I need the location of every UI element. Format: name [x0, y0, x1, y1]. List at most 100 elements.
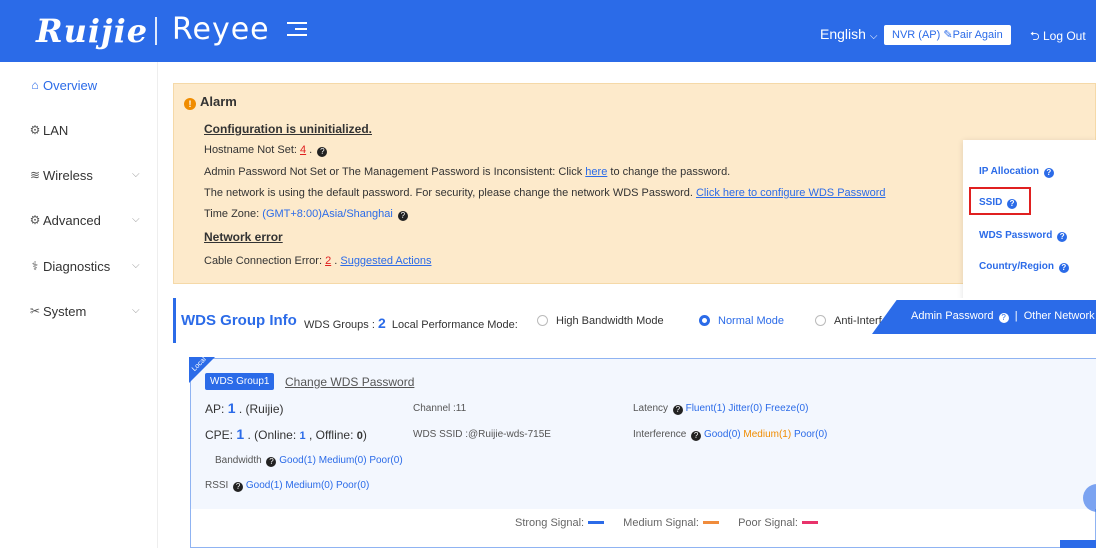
- chevron-down-icon: ⌵: [132, 305, 140, 316]
- help-icon[interactable]: ?: [1007, 199, 1018, 209]
- help-icon[interactable]: ?: [317, 147, 328, 157]
- admin-pw-text: Admin Password Not Set or The Management…: [204, 166, 586, 178]
- groups-count: 2: [377, 315, 386, 331]
- pair-again-label: Pair Again: [952, 29, 1003, 41]
- signal-legend: Strong Signal: Medium Signal: Poor Signa…: [515, 517, 834, 529]
- cable-sep: .: [331, 255, 341, 267]
- sidebar-item-label: Diagnostics: [43, 259, 111, 274]
- corner-action-button[interactable]: [1060, 540, 1096, 548]
- wds-group-details: Local WDS Group1 Change WDS Password AP:…: [189, 356, 1096, 509]
- wifi-icon: ≋: [29, 168, 41, 182]
- sidebar-item-diagnostics[interactable]: ⚕ Diagnostics ⌵: [28, 258, 153, 278]
- cpe-end: ): [362, 428, 367, 442]
- wds-password-link[interactable]: Click here to configure WDS Password: [696, 187, 886, 199]
- cpe-label: CPE:: [205, 428, 237, 442]
- rssi-label: RSSI: [205, 480, 229, 491]
- language-label: English: [820, 26, 866, 42]
- logout-label: Log Out: [1042, 29, 1086, 43]
- rssi-poor: Poor(0): [335, 480, 370, 491]
- gear-icon: ⚙: [29, 123, 41, 137]
- ip-allocation-label: IP Allocation: [979, 166, 1040, 177]
- country-region-link[interactable]: Country/Region ?: [979, 261, 1069, 273]
- help-icon[interactable]: ?: [1043, 168, 1054, 178]
- stethoscope-icon: ⚕: [31, 259, 39, 273]
- network-error-heading: Network error: [204, 230, 283, 244]
- admin-password-link[interactable]: Admin Password: [911, 310, 994, 322]
- help-icon[interactable]: ?: [266, 457, 277, 467]
- bandwidth-poor: Poor(0): [369, 455, 403, 466]
- cable-label: Cable Connection Error:: [204, 255, 326, 267]
- help-icon[interactable]: ?: [1057, 232, 1068, 242]
- top-bar: Ruijie Reyee English ⌵ NVR (AP) ✎Pair Ag…: [0, 0, 1096, 62]
- sidebar-item-overview[interactable]: ⌂ Overview: [28, 77, 153, 97]
- sidebar-item-system[interactable]: ✂ System ⌵: [28, 303, 153, 323]
- rssi-good: Good(1): [245, 480, 283, 491]
- wds-groups-count: WDS Groups : 2 Local Performance Mode:: [304, 315, 518, 331]
- radio-icon: [815, 315, 826, 326]
- logout-button[interactable]: ⮌ Log Out: [1030, 27, 1086, 48]
- mode-anti-label: Anti-Interf: [834, 315, 882, 327]
- interference-good: Good(0): [703, 429, 741, 440]
- section-accent: [173, 298, 176, 343]
- admin-pw-link[interactable]: here: [585, 166, 607, 178]
- mode-normal-radio[interactable]: Normal Mode: [699, 315, 784, 327]
- rssi-info: RSSI ? Good(1) Medium(0) Poor(0): [205, 480, 369, 492]
- suggested-actions-link[interactable]: Suggested Actions: [340, 255, 431, 267]
- timezone-link[interactable]: (GMT+8:00)Asia/Shanghai: [262, 208, 393, 220]
- sidebar-item-label: Overview: [43, 78, 98, 93]
- help-icon[interactable]: ?: [672, 405, 683, 415]
- chevron-down-icon: ⌵: [132, 214, 140, 225]
- legend-strong-swatch: [588, 521, 605, 524]
- wds-password-label: WDS Password: [979, 230, 1053, 241]
- help-icon[interactable]: ?: [691, 431, 702, 441]
- sidebar-item-label: System: [43, 304, 87, 319]
- ap-suffix: . (Ruijie): [235, 402, 284, 416]
- wds-group-name-tag: WDS Group1: [205, 373, 275, 390]
- ssid-label: SSID: [979, 197, 1003, 208]
- sidebar-item-wireless[interactable]: ≋ Wireless ⌵: [28, 167, 153, 187]
- admin-banner-links: Admin Password ? | Other Network: [911, 310, 1095, 323]
- legend-strong-label: Strong Signal:: [515, 517, 585, 529]
- latency-info: Latency ? Fluent(1) Jitter(0) Freeze(0): [633, 403, 808, 415]
- help-icon[interactable]: ?: [233, 482, 244, 492]
- groups-label: WDS Groups :: [304, 319, 378, 331]
- language-selector[interactable]: English ⌵: [820, 26, 877, 42]
- legend-medium-label: Medium Signal:: [623, 517, 699, 529]
- wds-password-popover-link[interactable]: WDS Password ?: [979, 230, 1068, 242]
- latency-label: Latency: [633, 403, 669, 414]
- alarm-panel: ! Alarm Configuration is uninitialized. H…: [173, 83, 1096, 284]
- cable-error-line: Cable Connection Error: 2 . Suggested Ac…: [204, 255, 431, 267]
- sidebar-item-label: Wireless: [43, 168, 93, 183]
- mode-high-bandwidth-radio[interactable]: High Bandwidth Mode: [537, 315, 664, 327]
- legend-medium-swatch: [703, 521, 719, 524]
- mode-anti-interference-radio[interactable]: Anti-Interf: [815, 315, 882, 327]
- logo-divider: [155, 17, 157, 45]
- alarm-title-text: Alarm: [200, 94, 237, 109]
- mode-label: Local Performance Mode:: [391, 319, 518, 331]
- other-network-link[interactable]: Other Network: [1024, 310, 1095, 322]
- wds-ssid-info: WDS SSID :@Ruijie-wds-715E: [413, 429, 551, 440]
- help-icon[interactable]: ?: [998, 313, 1009, 323]
- menu-collapse-icon[interactable]: [287, 22, 307, 38]
- timezone-line: Time Zone: (GMT+8:00)Asia/Shanghai ?: [204, 208, 408, 221]
- chevron-down-icon: ⌵: [132, 169, 140, 180]
- ssid-link[interactable]: SSID ?: [979, 197, 1018, 209]
- ip-allocation-link[interactable]: IP Allocation ?: [979, 166, 1054, 178]
- pen-icon: ✎: [943, 29, 953, 41]
- wds-password-line: The network is using the default passwor…: [204, 187, 886, 199]
- hostname-suffix: .: [306, 144, 313, 156]
- sidebar-item-lan[interactable]: ⚙ LAN: [28, 122, 153, 142]
- reyee-brand: Reyee: [172, 12, 270, 47]
- help-icon[interactable]: ?: [397, 211, 408, 221]
- help-icon[interactable]: ?: [1058, 263, 1069, 273]
- change-wds-password-link[interactable]: Change WDS Password: [285, 375, 414, 389]
- interference-label: Interference: [633, 429, 687, 440]
- sidebar-item-advanced[interactable]: ⚙ Advanced ⌵: [28, 212, 153, 232]
- bandwidth-label: Bandwidth: [215, 455, 262, 466]
- mode-normal-label: Normal Mode: [718, 315, 785, 327]
- interference-info: Interference ? Good(0) Medium(1) Poor(0): [633, 429, 827, 441]
- cpe-offline-label: , Offline:: [305, 428, 357, 442]
- pair-again-button[interactable]: NVR (AP) ✎Pair Again: [884, 25, 1011, 45]
- interference-medium: Medium(1): [743, 429, 792, 440]
- admin-pw-suffix: to change the password.: [607, 166, 731, 178]
